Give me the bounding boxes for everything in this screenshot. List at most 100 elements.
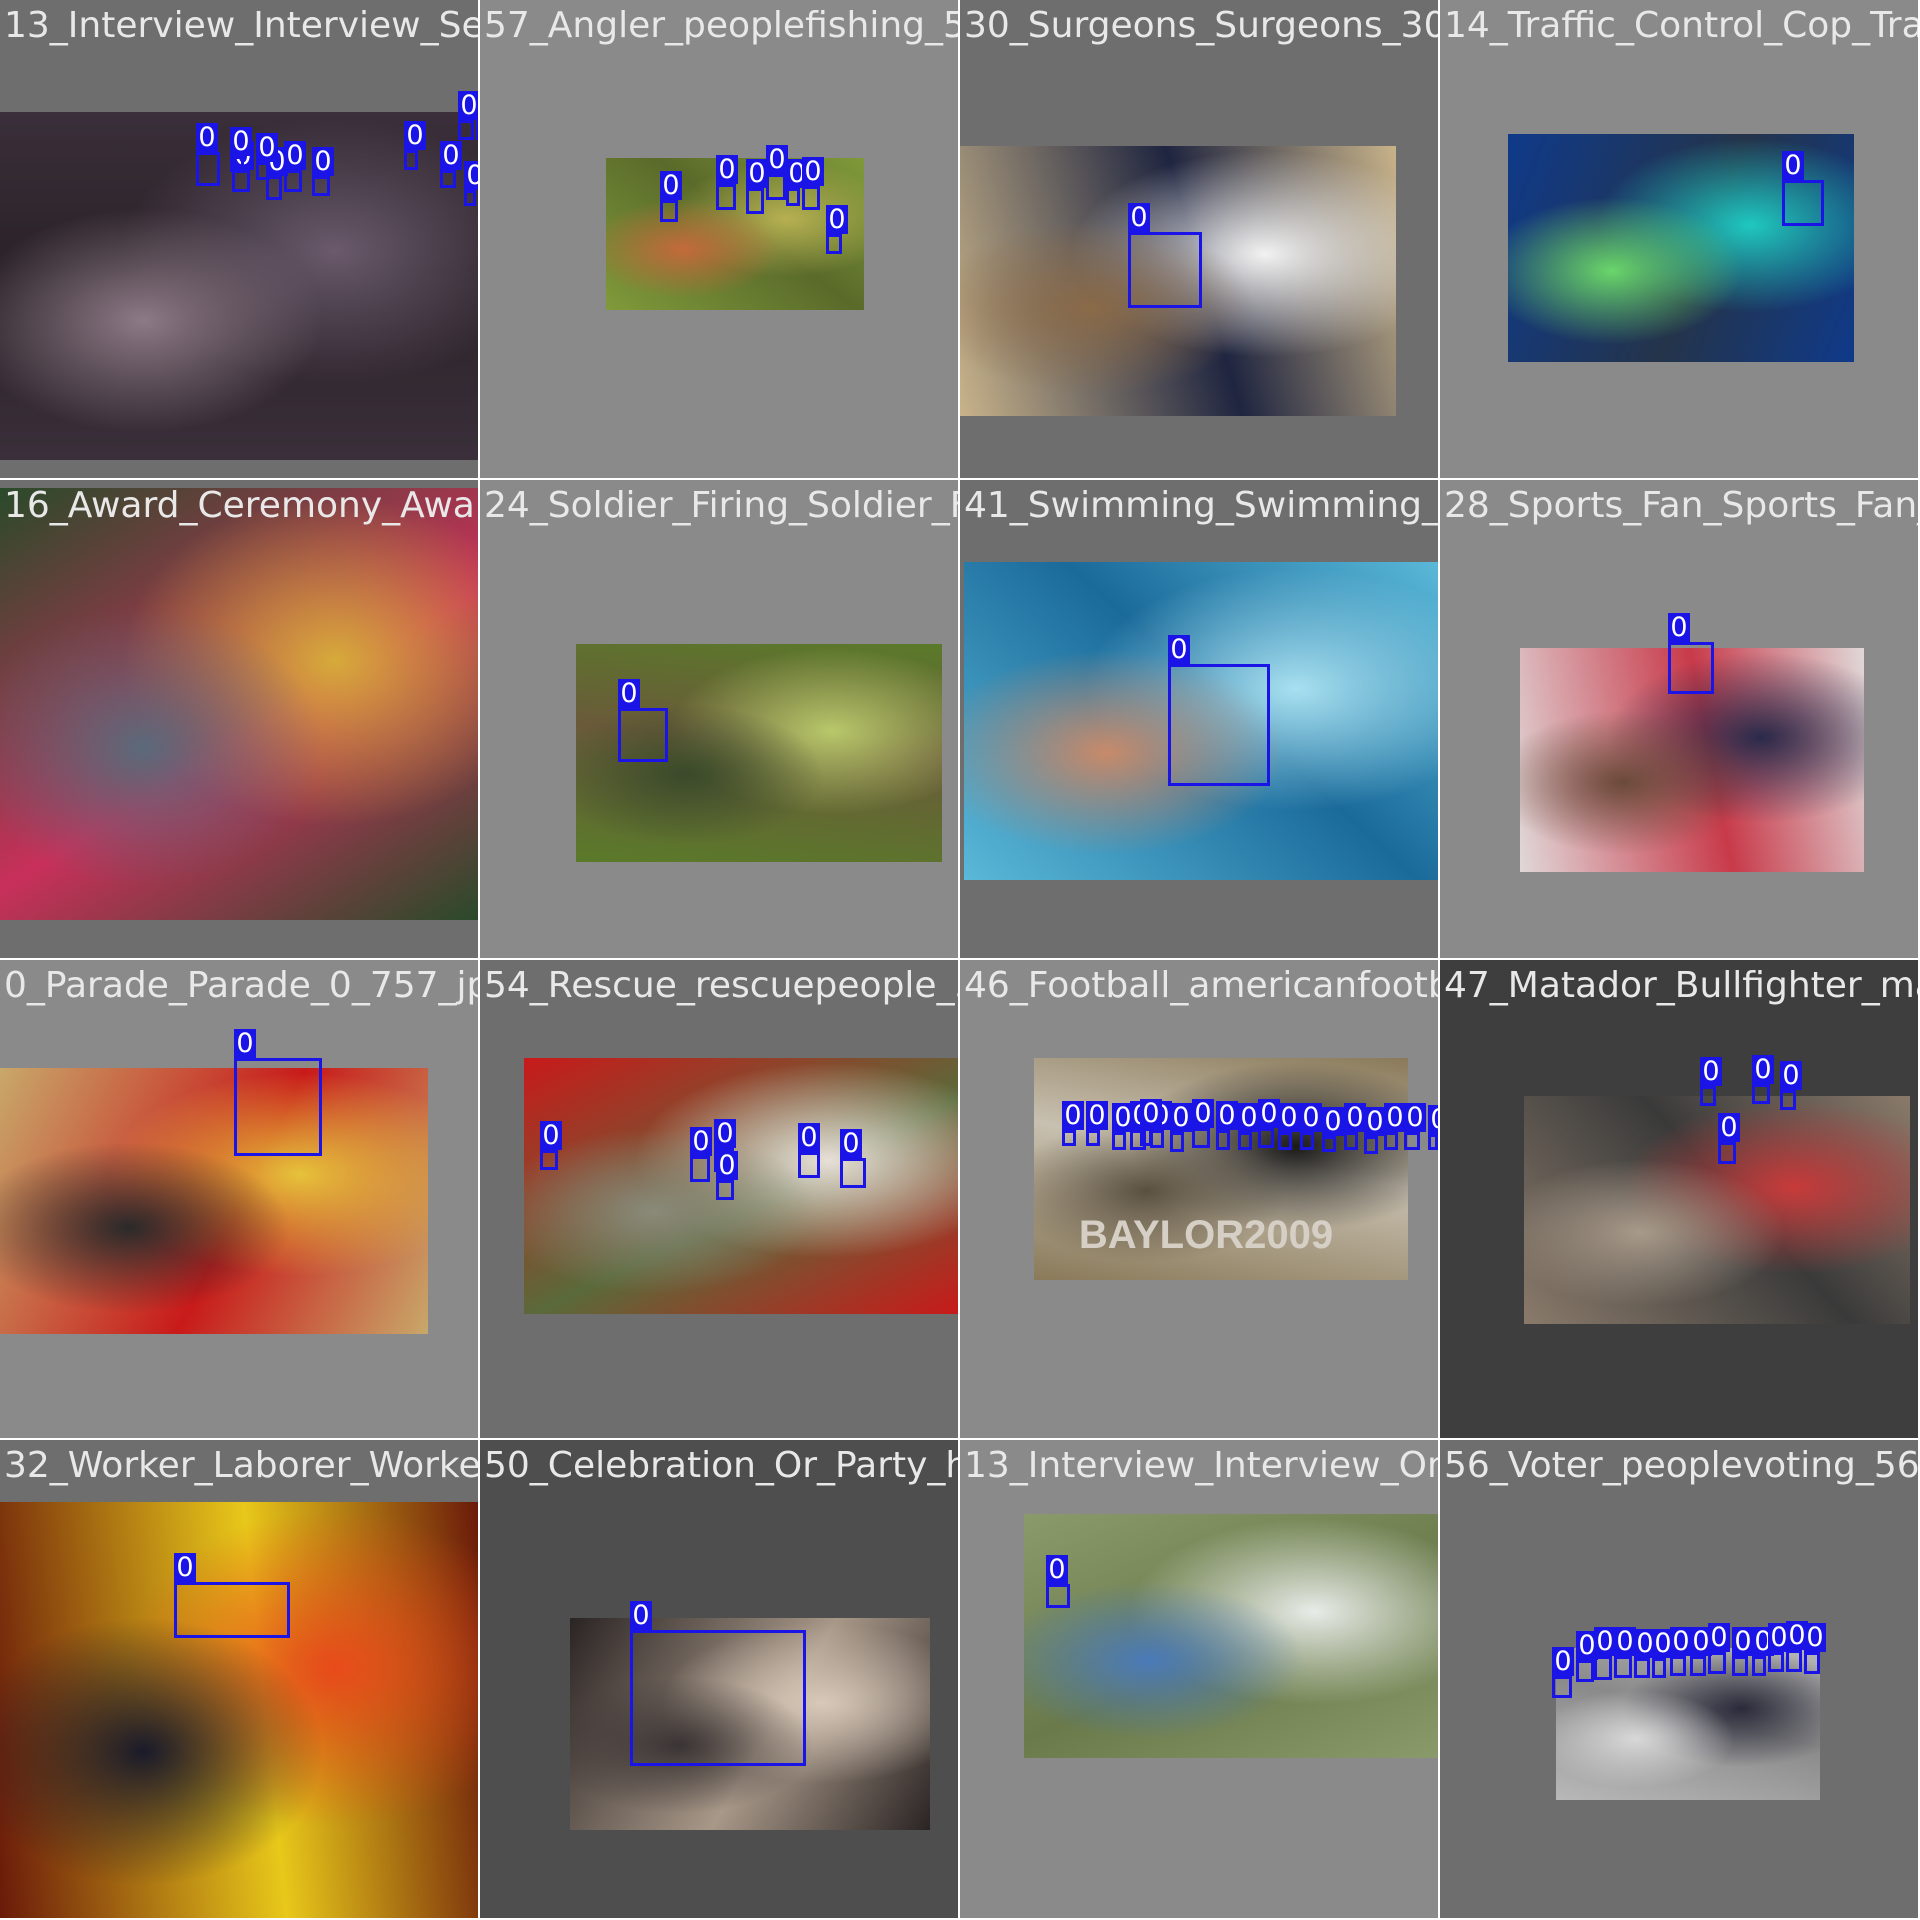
detection-class-label: 0 (174, 1553, 196, 1582)
tile-filename: 24_Soldier_Firing_Soldier_Firing_24_346 (484, 485, 958, 526)
photo (0, 488, 478, 920)
detection-class-label: 0 (284, 141, 306, 170)
detection-box: 0 (1552, 1647, 1574, 1698)
detection-box: 0 (1086, 1101, 1108, 1146)
detection-box: 0 (1690, 1627, 1712, 1676)
detection-box: 0 (1614, 1627, 1636, 1678)
detection-box: 0 (1786, 1621, 1808, 1672)
detection-class-label: 0 (476, 95, 478, 124)
mosaic-tile: 00000000000013_Interview_Interview_Seque… (0, 0, 478, 478)
detection-box: 0 (1258, 1099, 1280, 1148)
detection-class-label: 0 (1216, 1101, 1238, 1130)
detection-class-label: 0 (312, 147, 334, 176)
detection-box: 0 (196, 123, 220, 186)
detection-class-label: 0 (618, 679, 640, 708)
tile-filename: 13_Interview_Interview_Sequences_13_495_… (4, 5, 478, 46)
detection-box: 0 (230, 127, 252, 172)
tile-filename: 0_Parade_Parade_0_757_jpg (4, 965, 478, 1006)
detection-class-label: 0 (440, 141, 462, 170)
detection-mosaic: 00000000000013_Interview_Interview_Seque… (0, 0, 1920, 1920)
photo-caption: BAYLOR2009 (1078, 1213, 1334, 1258)
detection-box: 0 (1780, 1061, 1802, 1110)
detection-box: 0 (1278, 1103, 1300, 1150)
detection-class-label: 0 (256, 133, 278, 162)
mosaic-tile: 0 32_Worker_Laborer_Worker_Laborer_32_5 (0, 1440, 478, 1918)
mosaic-tile: 0 41_Swimming_Swimming_41_834_jpg (960, 480, 1438, 958)
detection-class-label: 0 (1238, 1103, 1260, 1132)
photo (0, 1068, 428, 1334)
mosaic-tile: 00000054_Rescue_rescuepeople_54_1026_jpg (480, 960, 958, 1438)
detection-class-label: 0 (230, 127, 252, 156)
detection-class-label: 0 (1594, 1627, 1616, 1656)
detection-box: 0 (618, 679, 668, 762)
detection-box: 0 (1168, 635, 1270, 786)
detection-class-label: 0 (1168, 635, 1190, 664)
detection-class-label: 0 (1046, 1555, 1068, 1584)
detection-box: 0 (1700, 1057, 1722, 1106)
detection-box: 0 (716, 155, 738, 210)
detection-box: 0 (660, 171, 682, 222)
detection-class-label: 0 (1170, 1103, 1192, 1132)
detection-box: 0 (716, 1151, 738, 1200)
detection-box: 0 (1364, 1107, 1386, 1154)
detection-class-label: 0 (1322, 1107, 1344, 1136)
detection-box: 0 (1192, 1099, 1214, 1148)
detection-box: 0 (630, 1601, 806, 1766)
detection-box: 0 (256, 133, 278, 180)
detection-box: 0 (1752, 1627, 1774, 1676)
detection-box: 0 (540, 1121, 562, 1170)
detection-class-label: 0 (630, 1601, 652, 1630)
detection-class-label: 0 (716, 155, 738, 184)
mosaic-tile: 0 0_Parade_Parade_0_757_jpg (0, 960, 478, 1438)
detection-class-label: 0 (1128, 203, 1150, 232)
detection-class-label: 0 (1782, 151, 1804, 180)
mosaic-tile: 0 13_Interview_Interview_On_Location_13_8… (960, 1440, 1438, 1918)
detection-box: 0 (1150, 1101, 1172, 1148)
detection-box: 0 (1384, 1103, 1406, 1150)
detection-class-label: 0 (1384, 1103, 1406, 1132)
detection-class-label: 0 (1668, 613, 1690, 642)
detection-box: 0 (234, 1029, 322, 1156)
tile-filename: 30_Surgeons_Surgeons_30_1335_jpg (964, 5, 1438, 46)
detection-class-label: 0 (1428, 1105, 1438, 1134)
detection-class-label: 0 (1258, 1099, 1280, 1128)
detection-box: 0 (802, 157, 824, 210)
detection-box: 0 (232, 141, 254, 192)
detection-class-label: 0 (660, 171, 682, 200)
detection-box: 0 (1668, 613, 1714, 694)
detection-box: 0 (1046, 1555, 1070, 1608)
detection-class-label: 0 (1086, 1101, 1108, 1130)
mosaic-tile: 0 50_Celebration_Or_Party_houseparty_50_3… (480, 1440, 958, 1918)
detection-class-label: 0 (540, 1121, 562, 1150)
mosaic-tile: 0 28_Sports_Fan_Sports_Fan_28_47 (1440, 480, 1918, 958)
mosaic-tile: 000047_Matador_Bullfighter_matador_47_32… (1440, 960, 1918, 1438)
mosaic-tile: 00000000000000000000000016_Award_Ceremon… (0, 480, 478, 958)
tile-filename: 46_Football_americanfootball_46_86 (964, 965, 1438, 1006)
mosaic-tile: 0 30_Surgeons_Surgeons_30_1335_jpg (960, 0, 1438, 478)
detection-box: 0 (174, 1553, 290, 1638)
mosaic-tile: 0 24_Soldier_Firing_Soldier_Firing_24_346 (480, 480, 958, 958)
detection-box: 0 (458, 91, 478, 140)
detection-class-label: 0 (1700, 1057, 1722, 1086)
detection-class-label: 0 (1300, 1103, 1322, 1132)
detection-class-label: 0 (464, 161, 478, 190)
tile-filename: 56_Voter_peoplevoting_56_3 (1444, 1445, 1918, 1486)
detection-class-label: 0 (798, 1123, 820, 1152)
detection-box: 0 (1428, 1105, 1438, 1150)
detection-box: 0 (1112, 1103, 1134, 1150)
detection-box: 0 (1752, 1055, 1774, 1104)
detection-class-label: 0 (1708, 1623, 1730, 1652)
detection-box: 0 (1652, 1629, 1674, 1678)
detection-class-label: 0 (1552, 1647, 1574, 1676)
tile-filename: 47_Matador_Bullfighter_matador_47_323 (1444, 965, 1918, 1006)
detection-class-label: 0 (1364, 1107, 1386, 1136)
detection-class-label: 0 (1614, 1627, 1636, 1656)
detection-box: 0 (1344, 1103, 1366, 1150)
detection-class-label: 0 (1752, 1055, 1774, 1084)
detection-box: 0 (1404, 1103, 1426, 1150)
detection-box: 0 (840, 1129, 866, 1188)
detection-box: 0 (1670, 1627, 1692, 1676)
detection-box: 0 (464, 161, 478, 206)
detection-box: 0 (1804, 1623, 1826, 1674)
tile-filename: 28_Sports_Fan_Sports_Fan_28_47 (1444, 485, 1918, 526)
